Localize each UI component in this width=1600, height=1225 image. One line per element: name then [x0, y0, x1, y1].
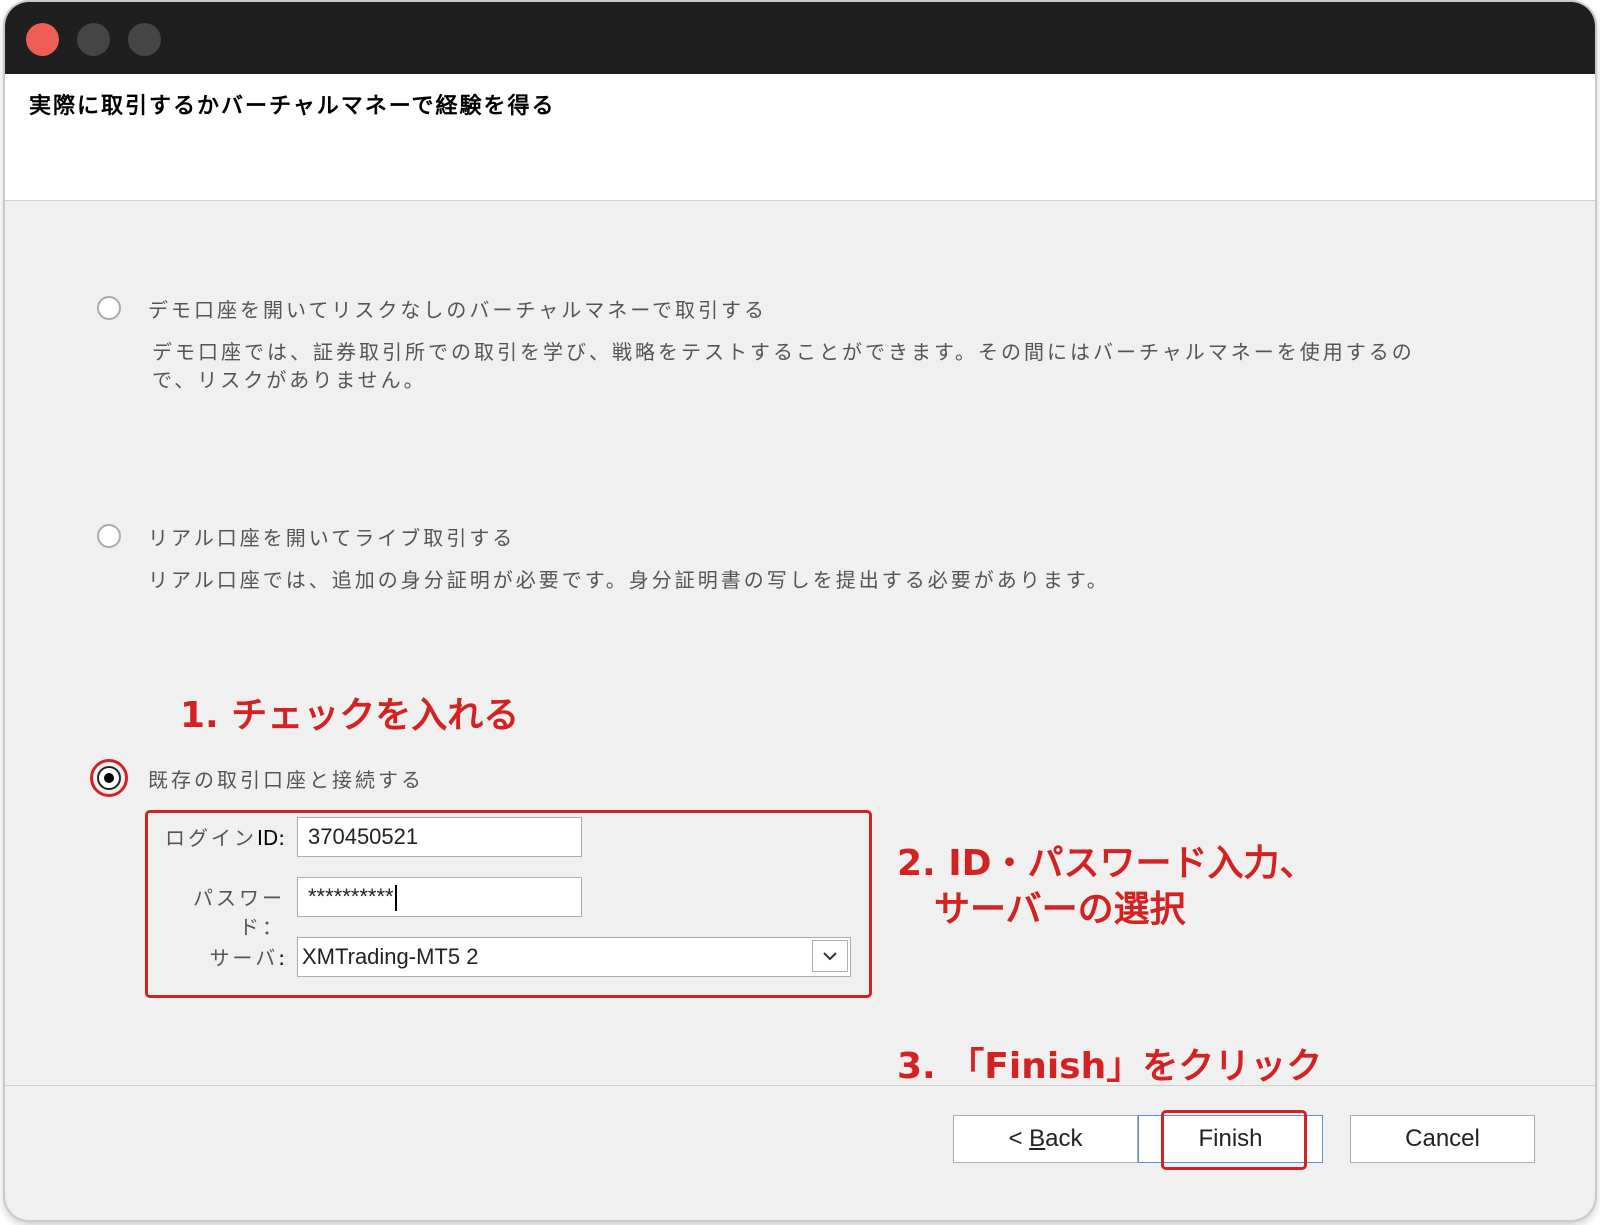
minimize-button[interactable]	[77, 23, 110, 56]
login-id-label-ascii: ID:	[256, 826, 285, 850]
annotation-step2-line1: 2. ID・パスワード入力、	[897, 843, 1316, 884]
close-button[interactable]	[26, 23, 59, 56]
option-demo-desc-line1: デモ口座では、証券取引所での取引を学び、戦略をテストすることができます。その間に…	[152, 340, 1415, 364]
page-title: 実際に取引するかバーチャルマネーで経験を得る	[29, 94, 556, 119]
radio-real-account[interactable]	[97, 524, 121, 548]
password-value: **********	[308, 884, 394, 909]
option-demo-desc-line2: で、リスクがありません。	[152, 368, 427, 392]
server-label: サーバ:	[155, 942, 285, 971]
server-select[interactable]: XMTrading-MT5 2	[297, 937, 851, 977]
chevron-down-icon	[823, 952, 837, 961]
cancel-button-label: Cancel	[1405, 1125, 1480, 1152]
zoom-button[interactable]	[128, 23, 161, 56]
radio-existing-account[interactable]	[97, 766, 121, 790]
password-label: パスワード：	[193, 886, 285, 939]
server-value: XMTrading-MT5 2	[302, 944, 479, 969]
login-id-label-jp: ログイン	[164, 826, 257, 850]
dialog-window: 実際に取引するかバーチャルマネーで経験を得る デモ口座を開いてリスクなしのバーチ…	[5, 2, 1595, 1220]
annotation-finish-box	[1161, 1110, 1307, 1170]
option-existing-label[interactable]: 既存の取引口座と接続する	[148, 764, 424, 793]
back-button-mnemonic: B	[1029, 1125, 1046, 1152]
footer-divider	[5, 1085, 1595, 1086]
server-label-jp: サーバ	[209, 946, 279, 970]
annotation-step3: 3. 「Finish」をクリック	[897, 1046, 1323, 1087]
back-button-rest: ack	[1045, 1125, 1083, 1152]
login-id-label: ログインID:	[155, 822, 285, 851]
server-label-ascii: :	[278, 946, 285, 970]
option-real-desc: リアル口座では、追加の身分証明が必要です。身分証明書の写しを提出する必要がありま…	[148, 568, 1110, 592]
cancel-button[interactable]: Cancel	[1350, 1115, 1535, 1163]
login-id-input[interactable]: 370450521	[297, 817, 582, 857]
annotation-step2-line2: サーバーの選択	[934, 889, 1186, 930]
annotation-step1: 1. チェックを入れる	[180, 695, 520, 736]
option-demo-label[interactable]: デモ口座を開いてリスクなしのバーチャルマネーで取引する	[148, 294, 767, 323]
server-dropdown-button[interactable]	[812, 940, 848, 972]
back-button-prefix: <	[1008, 1125, 1030, 1152]
password-input[interactable]: **********	[297, 877, 582, 917]
radio-demo-account[interactable]	[97, 296, 121, 320]
back-button[interactable]: < Back	[953, 1115, 1138, 1163]
title-bar	[5, 2, 1595, 74]
option-real-label[interactable]: リアル口座を開いてライブ取引する	[148, 522, 515, 551]
wizard-header: 実際に取引するかバーチャルマネーで経験を得る	[5, 74, 1595, 201]
login-id-value: 370450521	[308, 824, 419, 849]
text-caret	[394, 885, 397, 912]
